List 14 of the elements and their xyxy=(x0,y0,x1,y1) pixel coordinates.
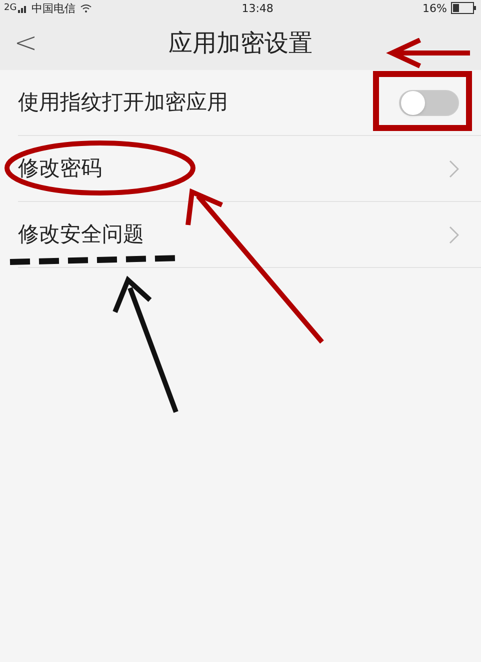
battery-icon xyxy=(451,2,477,14)
network-label: 2G xyxy=(4,4,17,12)
page-title: 应用加密设置 xyxy=(168,28,312,59)
toggle-switch[interactable] xyxy=(399,90,459,116)
time-label: 13:48 xyxy=(242,2,274,14)
setting-label: 使用指纹打开加密应用 xyxy=(18,88,228,116)
carrier-label: 中国电信 xyxy=(32,2,76,14)
back-button[interactable]: < xyxy=(14,29,38,57)
battery-label: 16% xyxy=(422,2,447,14)
setting-label[interactable]: 修改安全问题 xyxy=(18,218,144,250)
signal-icon xyxy=(18,3,28,13)
chevron-right-icon xyxy=(449,160,459,178)
wifi-icon xyxy=(80,3,92,13)
chevron-right-icon xyxy=(449,226,459,244)
